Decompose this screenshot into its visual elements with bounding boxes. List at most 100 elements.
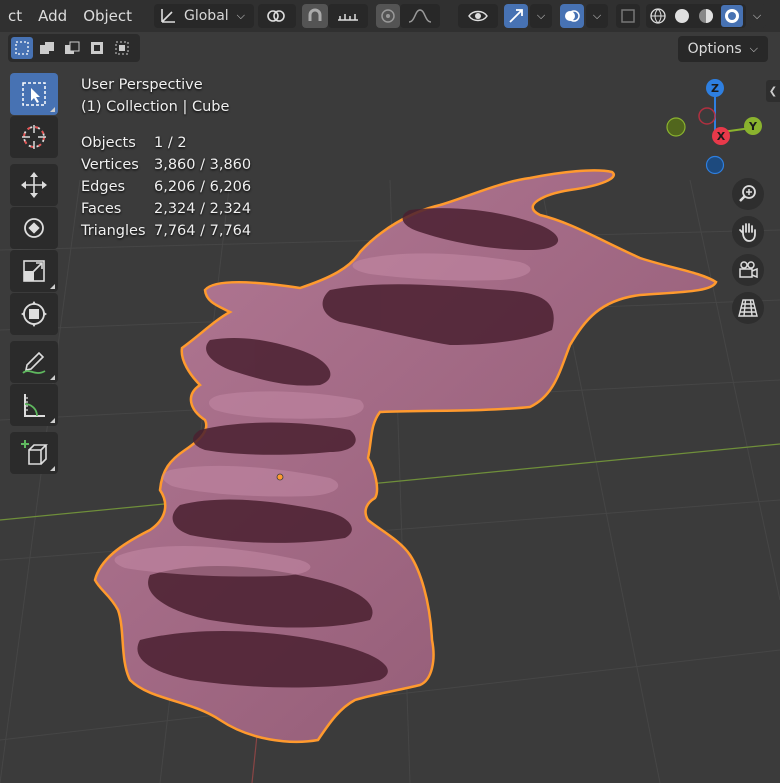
overlays-icon xyxy=(565,10,580,22)
stats-row-vertices: Vertices 3,860 / 3,860 xyxy=(81,154,251,176)
proportional-edit-toggle[interactable] xyxy=(376,4,400,28)
tool-shelf xyxy=(10,73,58,480)
falloff-dropdown[interactable] xyxy=(400,4,440,28)
add-cube-icon xyxy=(21,440,48,465)
object-origin xyxy=(276,473,284,481)
stats-row-faces: Faces 2,324 / 2,324 xyxy=(81,198,251,220)
annotate-tool[interactable] xyxy=(10,341,58,383)
add-cube-tool[interactable] xyxy=(10,432,58,474)
stat-value: 1 / 2 xyxy=(154,135,187,151)
visibility-dropdown[interactable] xyxy=(458,4,498,28)
move-icon xyxy=(21,172,47,198)
stat-label: Triangles xyxy=(81,223,146,239)
transform-orientation-dropdown[interactable]: Global ⌵ xyxy=(154,4,254,28)
scale-icon xyxy=(23,260,45,282)
stat-label: Vertices xyxy=(81,157,139,173)
scale-tool[interactable] xyxy=(10,250,58,292)
viewport-text-info: User Perspective (1) Collection | Cube O… xyxy=(81,74,251,242)
pivot-point-dropdown[interactable] xyxy=(258,4,296,28)
wireframe-shading-icon[interactable] xyxy=(649,7,667,25)
ruler-icon xyxy=(24,394,45,417)
stat-label: Edges xyxy=(81,179,126,195)
falloff-icon xyxy=(408,9,432,23)
mode-extend-icon[interactable] xyxy=(36,37,58,59)
mode-set-icon[interactable] xyxy=(11,37,33,59)
pivot-icon xyxy=(267,10,285,22)
shading-dropdown[interactable]: ⌵ xyxy=(748,4,766,28)
hand-icon xyxy=(739,223,756,242)
gizmo-neg-z xyxy=(705,155,725,175)
svg-text:Z: Z xyxy=(711,82,719,95)
svg-text:Y: Y xyxy=(748,120,758,133)
stat-value: 3,860 / 3,860 xyxy=(154,157,252,173)
gizmo-neg-x xyxy=(698,107,716,125)
overlays-dropdown[interactable]: ⌵ xyxy=(586,4,608,28)
camera-view-button[interactable] xyxy=(732,254,764,286)
chevron-down-icon: ⌵ xyxy=(749,42,758,55)
orientation-icon xyxy=(161,9,175,23)
camera-icon xyxy=(739,261,758,279)
stats-row-edges: Edges 6,206 / 6,206 xyxy=(81,176,251,198)
stat-label: Objects xyxy=(81,135,136,151)
projection-toggle-button[interactable] xyxy=(732,292,764,324)
magnet-icon xyxy=(308,8,322,21)
pan-button[interactable] xyxy=(732,216,764,248)
stat-label: Faces xyxy=(81,201,122,217)
mode-intersect-icon[interactable] xyxy=(111,37,133,59)
selection-mode-bar xyxy=(8,34,140,62)
zoom-icon xyxy=(739,185,756,202)
move-tool[interactable] xyxy=(10,164,58,206)
grid-icon xyxy=(738,299,758,317)
gizmo-dropdown[interactable]: ⌵ xyxy=(530,4,552,28)
menu-select[interactable]: ct xyxy=(0,7,30,25)
xray-icon xyxy=(621,9,635,23)
transform-icon xyxy=(21,301,47,327)
stat-value: 2,324 / 2,324 xyxy=(154,201,252,217)
proportional-icon xyxy=(381,9,395,23)
svg-text:X: X xyxy=(717,130,726,143)
gizmo-toggle[interactable] xyxy=(504,4,528,28)
material-shading-icon[interactable] xyxy=(697,7,715,25)
eye-icon xyxy=(468,10,488,22)
solid-shading-icon[interactable] xyxy=(673,7,691,25)
navigation-gizmo[interactable]: Z Y X xyxy=(662,76,772,186)
xray-toggle[interactable] xyxy=(616,4,640,28)
mesh-object[interactable] xyxy=(93,169,718,744)
orientation-label: Global xyxy=(184,8,229,24)
overlays-toggle[interactable] xyxy=(560,4,584,28)
menu-object[interactable]: Object xyxy=(75,7,140,25)
cursor-icon xyxy=(22,125,46,149)
rotate-icon xyxy=(24,218,44,238)
transform-tool[interactable] xyxy=(10,293,58,335)
stats-row-triangles: Triangles 7,764 / 7,764 xyxy=(81,220,251,242)
cursor-tool[interactable] xyxy=(10,116,58,158)
measure-tool[interactable] xyxy=(10,384,58,426)
chevron-down-icon: ⌵ xyxy=(536,9,546,22)
snap-target-dropdown[interactable] xyxy=(328,4,368,28)
perspective-label: User Perspective xyxy=(81,77,203,93)
chevron-down-icon: ⌵ xyxy=(752,9,762,22)
chevron-down-icon: ⌵ xyxy=(236,9,246,22)
pencil-icon xyxy=(22,351,46,374)
stat-value: 6,206 / 6,206 xyxy=(154,179,252,195)
snap-increment-icon xyxy=(338,14,358,21)
gizmo-arrow-icon xyxy=(509,9,523,23)
gizmo-neg-y xyxy=(666,117,686,137)
rendered-shading-icon[interactable] xyxy=(721,5,743,27)
shading-modes xyxy=(646,4,746,28)
chevron-down-icon: ⌵ xyxy=(592,9,602,22)
snap-toggle[interactable] xyxy=(302,4,328,28)
options-dropdown[interactable]: Options ⌵ xyxy=(677,36,768,62)
collection-label: (1) Collection | Cube xyxy=(81,99,230,115)
select-box-icon xyxy=(22,82,46,106)
stat-value: 7,764 / 7,764 xyxy=(154,223,252,239)
menu-add[interactable]: Add xyxy=(30,7,75,25)
mode-invert-icon[interactable] xyxy=(86,37,108,59)
3d-viewport[interactable]: ct Add Object Global ⌵ ⌵ ⌵ ⌵ Options ⌵ U… xyxy=(0,0,780,783)
zoom-button[interactable] xyxy=(732,178,764,210)
select-box-tool[interactable] xyxy=(10,73,58,115)
mode-subtract-icon[interactable] xyxy=(61,37,83,59)
stats-row-objects: Objects 1 / 2 xyxy=(81,132,251,154)
options-label: Options xyxy=(687,41,742,57)
rotate-tool[interactable] xyxy=(10,207,58,249)
